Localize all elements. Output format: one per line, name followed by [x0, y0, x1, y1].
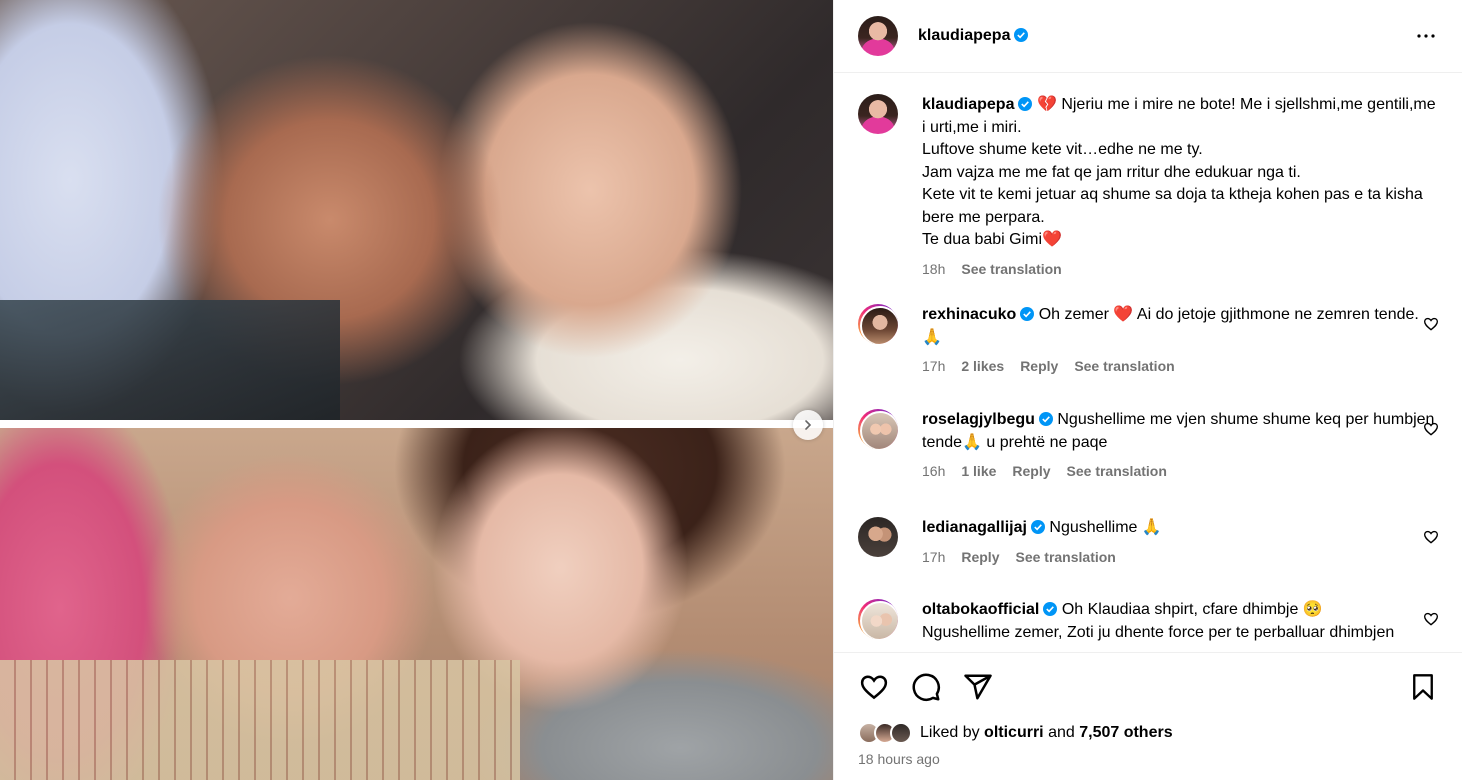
liked-by-others[interactable]: 7,507 others	[1079, 724, 1172, 742]
chevron-right-icon	[805, 420, 812, 430]
verified-badge-icon	[1018, 97, 1033, 111]
comment-username[interactable]: ledianagallijaj	[922, 519, 1027, 536]
liker-avatar	[890, 722, 912, 744]
comment-avatar[interactable]	[858, 599, 898, 639]
photo-blanket	[0, 300, 340, 420]
comment-avatar[interactable]	[858, 517, 898, 557]
post-actions: Liked by olticurri and 7,507 others 18 h…	[834, 652, 1462, 780]
like-button[interactable]	[858, 671, 890, 703]
more-options-icon[interactable]	[1414, 24, 1438, 48]
author-handle[interactable]: klaudiapepa	[918, 27, 1029, 45]
comment-meta: 17h 2 likes Reply See translation	[922, 358, 1439, 374]
comment-meta: 16h 1 like Reply See translation	[922, 463, 1439, 479]
verified-badge-icon	[1038, 412, 1053, 426]
likes-summary: Liked by olticurri and 7,507 others	[858, 722, 1173, 744]
comment-see-translation[interactable]: See translation	[1074, 358, 1174, 374]
comment-like-heart-icon[interactable]	[1423, 611, 1439, 627]
liker-avatars[interactable]	[858, 722, 912, 744]
bookmark-icon	[1413, 674, 1433, 700]
caption-avatar[interactable]	[858, 94, 898, 134]
caption-emoji: 💔	[1036, 96, 1057, 113]
comment-username[interactable]: rexhinacuko	[922, 306, 1016, 323]
comment-time[interactable]: 17h	[922, 358, 945, 374]
save-button[interactable]	[1407, 671, 1439, 703]
comment-item: roselagjylbegu Ngushellime me vjen shume…	[858, 409, 1439, 479]
comment-text: Ngushellime 🙏	[1049, 519, 1162, 536]
comment-time[interactable]: 16h	[922, 463, 945, 479]
carousel-next-button[interactable]	[793, 410, 823, 440]
liked-by-prefix: Liked by	[920, 724, 980, 741]
caption-time[interactable]: 18h	[922, 261, 945, 277]
comment-likes[interactable]: 1 like	[961, 463, 996, 479]
comment-like-heart-icon[interactable]	[1423, 316, 1439, 332]
verified-badge-icon	[1043, 602, 1058, 616]
post-time-ago[interactable]: 18 hours ago	[858, 751, 940, 767]
comment-icon	[912, 673, 940, 701]
caption-see-translation[interactable]: See translation	[961, 261, 1061, 277]
verified-badge-icon	[1020, 307, 1035, 321]
photo-recent	[0, 428, 833, 780]
share-button[interactable]	[962, 671, 994, 703]
comment-username[interactable]: oltabokaofficial	[922, 601, 1039, 618]
comment-reply-button[interactable]: Reply	[1020, 358, 1058, 374]
comment-meta: 17h Reply See translation	[922, 549, 1439, 565]
comment-like-heart-icon[interactable]	[1423, 529, 1439, 545]
comment-reply-button[interactable]: Reply	[1012, 463, 1050, 479]
caption-meta: 18h See translation	[922, 261, 1439, 277]
comment-item: ledianagallijaj Ngushellime 🙏 17h Reply …	[858, 517, 1439, 565]
post-caption: klaudiapepa 💔 Njeriu me i mire ne bote! …	[858, 94, 1439, 277]
post-header: klaudiapepa	[834, 0, 1462, 73]
comments-list[interactable]: klaudiapepa 💔 Njeriu me i mire ne bote! …	[834, 74, 1462, 652]
post-panel: klaudiapepa klaudiapepa 💔 Njeriu me i mi…	[833, 0, 1462, 780]
comment-likes[interactable]: 2 likes	[961, 358, 1004, 374]
heart-icon	[860, 675, 888, 700]
share-icon	[964, 674, 992, 700]
comment-time[interactable]: 17h	[922, 549, 945, 565]
comment-avatar[interactable]	[858, 409, 898, 449]
comment-username[interactable]: roselagjylbegu	[922, 411, 1035, 428]
comment-see-translation[interactable]: See translation	[1067, 463, 1167, 479]
liked-by-and: and	[1048, 724, 1075, 741]
post-media[interactable]	[0, 0, 833, 780]
author-avatar[interactable]	[858, 16, 898, 56]
comment-like-heart-icon[interactable]	[1423, 421, 1439, 437]
liked-by-user[interactable]: olticurri	[984, 724, 1044, 742]
comment-avatar[interactable]	[858, 304, 898, 344]
verified-badge-icon	[1030, 520, 1045, 534]
comment-item: oltabokaofficial Oh Klaudiaa shpirt, cfa…	[858, 599, 1439, 644]
caption-text: Njeriu me i mire ne bote! Me i sjellshmi…	[922, 96, 1436, 248]
action-icons	[858, 667, 1439, 707]
photo-childhood	[0, 0, 833, 420]
caption-username[interactable]: klaudiapepa	[922, 96, 1014, 113]
caption-end-emoji: ❤️	[1042, 231, 1062, 248]
comment-reply-button[interactable]: Reply	[961, 549, 999, 565]
comment-button[interactable]	[910, 671, 942, 703]
photo-divider	[0, 420, 833, 428]
comment-see-translation[interactable]: See translation	[1015, 549, 1115, 565]
photo-striped-shirt	[0, 660, 520, 780]
comment-item: rexhinacuko Oh zemer ❤️ Ai do jetoje gji…	[858, 304, 1439, 374]
verified-badge-icon	[1014, 28, 1029, 42]
